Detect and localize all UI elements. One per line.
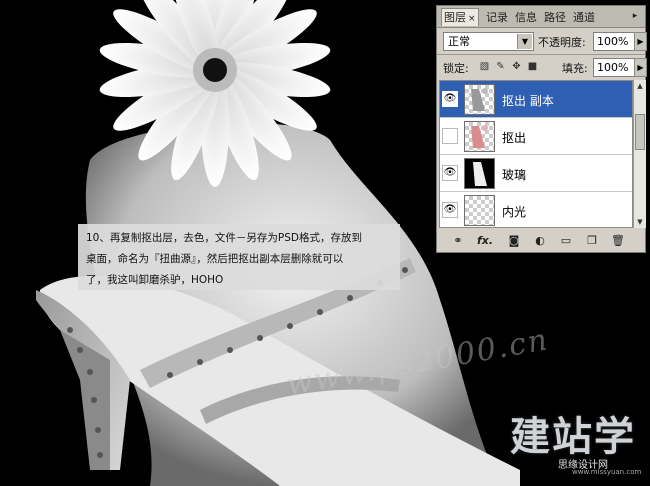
eye-icon[interactable]: 👁 xyxy=(442,91,458,107)
logo-main-text: 建站学 xyxy=(510,414,636,460)
layer-name: 抠出 xyxy=(502,131,527,145)
tutorial-line-1: 10、再复制抠出层，去色，文件－另存为PSD格式，存放到 xyxy=(86,232,362,244)
tutorial-line-2: 桌面，命名为『扭曲源』，然后把抠出副本层删除就可以 xyxy=(86,253,344,265)
tab-history[interactable]: 记录 xyxy=(484,9,510,26)
layer-name: 内光 xyxy=(502,205,527,219)
trash-icon[interactable]: 🗑 xyxy=(611,234,625,248)
blend-mode-value: 正常 xyxy=(448,35,470,48)
adjustment-icon[interactable]: ◐ xyxy=(533,234,547,248)
layer-row[interactable]: 👁 抠出 副本 xyxy=(440,81,632,118)
eye-icon[interactable]: 👁 xyxy=(442,202,458,218)
lock-all-icon[interactable]: ■ xyxy=(527,61,538,72)
layer-thumbnail xyxy=(464,158,495,189)
lock-fill-row: 锁定: ▧ ✎ ✥ ■ 填充: 100% ▶ xyxy=(441,56,647,78)
panel-menu-icon[interactable]: ▸ xyxy=(628,10,642,22)
layer-row[interactable]: 👁 抠出 xyxy=(440,118,632,155)
layer-thumbnail xyxy=(464,121,495,152)
tab-paths[interactable]: 路径 xyxy=(542,9,568,26)
layer-list-scrollbar[interactable]: ▲ ▼ xyxy=(633,80,646,228)
site-logo: 建站学 思缘设计网 www.missyuan.com xyxy=(502,400,650,486)
tutorial-line-3: 了，我这叫卸磨杀驴，HOHO xyxy=(86,274,224,286)
layer-row[interactable]: 👁 内光 xyxy=(440,192,632,227)
opacity-input[interactable]: 100% xyxy=(593,32,635,51)
layer-thumbnail xyxy=(464,195,495,226)
mask-icon[interactable]: ◙ xyxy=(507,234,521,248)
layer-row[interactable]: 👁 玻璃 xyxy=(440,155,632,192)
lock-paint-icon[interactable]: ✎ xyxy=(495,61,506,72)
tab-channels[interactable]: 通道 xyxy=(571,9,597,26)
lock-label: 锁定: xyxy=(443,62,469,75)
fill-label: 填充: xyxy=(562,62,588,75)
fill-input[interactable]: 100% xyxy=(593,58,635,77)
tab-info[interactable]: 信息 xyxy=(513,9,539,26)
layers-panel: 图层 × 记录 信息 路径 通道 ▸ 正常 ▼ 不透明度: 100% ▶ 锁定: … xyxy=(436,5,647,253)
new-layer-icon[interactable]: ❐ xyxy=(585,234,599,248)
layer-name: 玻璃 xyxy=(502,168,527,182)
lock-move-icon[interactable]: ✥ xyxy=(511,61,522,72)
chevron-down-icon[interactable]: ▼ xyxy=(517,34,532,49)
opacity-arrow-icon[interactable]: ▶ xyxy=(634,32,647,51)
panel-bottom-toolbar: ⚭ fx. ◙ ◐ ▭ ❐ 🗑 xyxy=(439,232,643,250)
group-icon[interactable]: ▭ xyxy=(559,234,573,248)
lock-transparency-icon[interactable]: ▧ xyxy=(479,61,490,72)
scroll-down-icon[interactable]: ▼ xyxy=(634,216,646,228)
blend-opacity-row: 正常 ▼ 不透明度: 100% ▶ xyxy=(441,30,647,52)
fx-icon[interactable]: fx. xyxy=(477,234,493,248)
tab-layers-label: 图层 xyxy=(444,11,466,24)
divider xyxy=(437,54,645,55)
opacity-label: 不透明度: xyxy=(538,36,586,49)
scroll-up-icon[interactable]: ▲ xyxy=(634,80,646,92)
layer-name: 抠出 副本 xyxy=(502,94,554,108)
link-icon[interactable]: ⚭ xyxy=(451,234,465,248)
fill-arrow-icon[interactable]: ▶ xyxy=(634,58,647,77)
panel-tab-bar: 图层 × 记录 信息 路径 通道 ▸ xyxy=(437,6,645,28)
eye-icon[interactable]: 👁 xyxy=(442,165,458,181)
layer-list: 👁 抠出 副本 👁 抠出 👁 玻璃 👁 内光 xyxy=(439,80,633,228)
tab-close-icon[interactable]: × xyxy=(468,14,476,24)
layer-thumbnail xyxy=(464,84,495,115)
eye-icon[interactable]: 👁 xyxy=(442,128,458,144)
tab-layers[interactable]: 图层 × xyxy=(441,8,479,26)
blend-mode-select[interactable]: 正常 ▼ xyxy=(443,32,534,51)
tutorial-caption: 10、再复制抠出层，去色，文件－另存为PSD格式，存放到 桌面，命名为『扭曲源』… xyxy=(78,224,400,290)
logo-url-text: www.missyuan.com xyxy=(572,468,642,476)
scroll-thumb[interactable] xyxy=(635,114,645,150)
